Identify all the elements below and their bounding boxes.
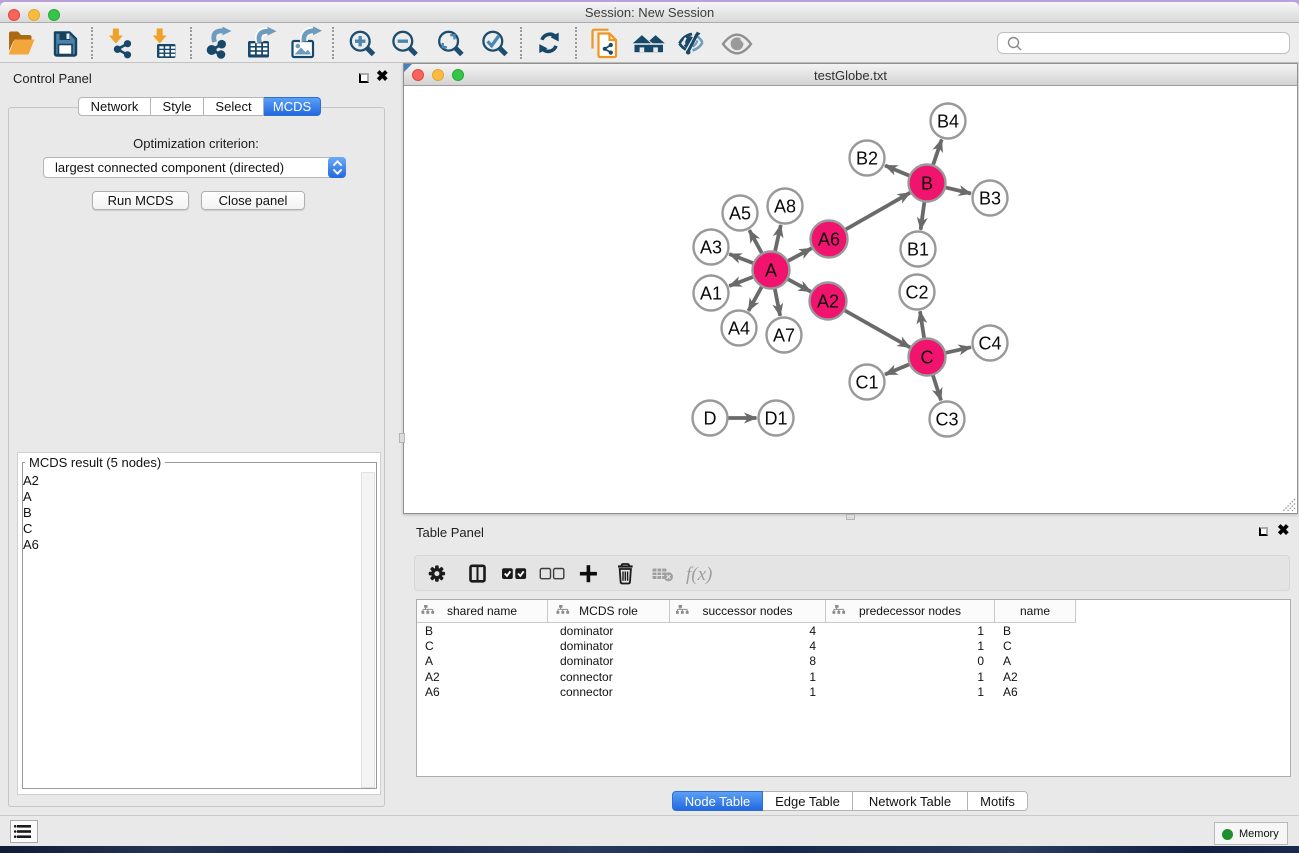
svg-text:B3: B3 xyxy=(979,189,1001,209)
svg-text:B: B xyxy=(921,174,933,194)
svg-text:C: C xyxy=(921,348,934,368)
svg-text:f(x): f(x) xyxy=(686,564,712,585)
svg-text:A4: A4 xyxy=(728,319,750,339)
svg-text:A3: A3 xyxy=(700,238,722,258)
svg-text:C2: C2 xyxy=(905,283,928,303)
svg-text:D: D xyxy=(704,409,717,429)
svg-text:A5: A5 xyxy=(729,204,751,224)
svg-text:A: A xyxy=(765,261,777,281)
svg-text:A1: A1 xyxy=(700,284,722,304)
svg-text:C4: C4 xyxy=(978,334,1001,354)
svg-text:D1: D1 xyxy=(764,409,787,429)
svg-text:B2: B2 xyxy=(856,149,878,169)
svg-text:C3: C3 xyxy=(935,410,958,430)
svg-text:A6: A6 xyxy=(818,230,840,250)
svg-text:A7: A7 xyxy=(773,326,795,346)
svg-text:B4: B4 xyxy=(937,112,959,132)
svg-text:C1: C1 xyxy=(855,373,878,393)
svg-text:A2: A2 xyxy=(817,292,839,312)
svg-text:B1: B1 xyxy=(907,240,929,260)
svg-text:A8: A8 xyxy=(774,197,796,217)
